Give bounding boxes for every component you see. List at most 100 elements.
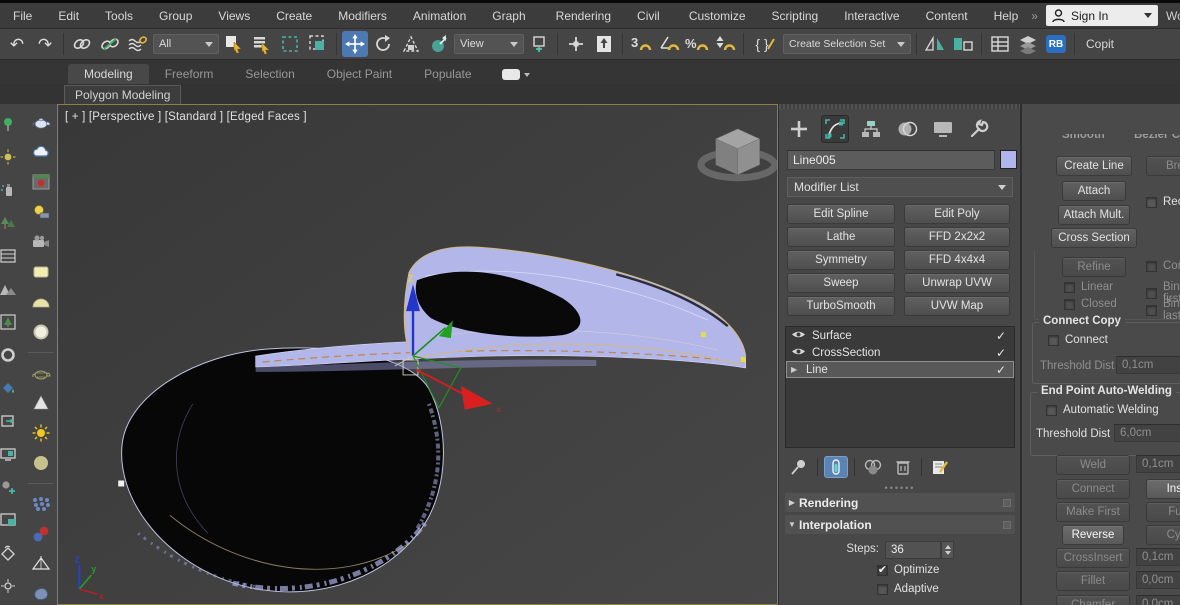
weld-value-field[interactable]: 0,1cm <box>1136 455 1180 473</box>
lathe-button[interactable]: Lathe <box>787 227 895 247</box>
enabled-check-icon[interactable]: ✓ <box>996 329 1006 343</box>
cloud-icon[interactable] <box>30 142 52 162</box>
dome-light-icon[interactable] <box>30 292 52 312</box>
render-frame-icon[interactable] <box>30 172 52 192</box>
window-crossing-toggle-icon[interactable] <box>305 31 331 57</box>
chamfer-button[interactable]: Chamfer <box>1056 595 1130 605</box>
menu-views[interactable]: Views <box>205 3 263 29</box>
cycle-button[interactable]: Cycle <box>1146 525 1180 545</box>
named-selection-sets-dropdown[interactable]: Create Selection Set <box>783 34 911 54</box>
cone-icon[interactable] <box>30 393 52 413</box>
tab-selection[interactable]: Selection <box>229 64 310 84</box>
torus-icon[interactable] <box>0 345 19 365</box>
configure-modifier-sets-icon[interactable] <box>928 456 952 478</box>
connect-button[interactable]: Connect <box>1056 479 1130 499</box>
pin-stack-icon[interactable] <box>787 456 811 478</box>
rock-icon[interactable] <box>30 584 52 604</box>
snap-toggle-3d-icon[interactable]: 3 <box>628 31 654 57</box>
fuse-button[interactable]: Fuse <box>1146 502 1180 522</box>
bind-to-space-warp-icon[interactable] <box>125 31 151 57</box>
percent-snap-toggle-icon[interactable]: % <box>684 31 710 57</box>
menu-file[interactable]: File <box>0 3 45 29</box>
teapot-icon[interactable] <box>30 112 52 132</box>
edit-spline-button[interactable]: Edit Spline <box>787 204 895 224</box>
area-light-icon[interactable] <box>30 262 52 282</box>
toggle-layer-explorer-icon[interactable] <box>1015 31 1041 57</box>
angle-snap-toggle-icon[interactable] <box>656 31 682 57</box>
lightbulb-keyboard-icon[interactable] <box>30 202 52 222</box>
menu-create[interactable]: Create <box>263 3 325 29</box>
select-and-place-icon[interactable] <box>426 31 452 57</box>
automatic-welding-checkbox[interactable] <box>1046 405 1057 416</box>
ffd-2x2x2-button[interactable]: FFD 2x2x2 <box>904 227 1010 247</box>
enabled-check-icon[interactable]: ✓ <box>996 363 1006 377</box>
smooth-option-clipped[interactable]: Smooth <box>1062 134 1117 143</box>
particle-array-icon[interactable] <box>30 494 52 514</box>
adaptive-checkbox[interactable] <box>877 584 888 595</box>
menu-modifiers[interactable]: Modifiers <box>325 3 400 29</box>
reorient-checkbox[interactable] <box>1146 197 1157 208</box>
toggle-scene-explorer-icon[interactable] <box>987 31 1013 57</box>
tab-utilities[interactable] <box>965 115 993 143</box>
undo-button[interactable]: ↶ <box>4 31 30 57</box>
tab-modeling[interactable]: Modeling <box>68 64 149 84</box>
panel-drag-handle[interactable] <box>779 104 1021 109</box>
visibility-eye-icon[interactable] <box>791 347 806 359</box>
menu-help[interactable]: Help <box>981 3 1032 29</box>
reference-coordinate-system-dropdown[interactable]: View <box>454 34 524 54</box>
insert-button[interactable]: Insert <box>1146 479 1180 499</box>
object-name-field[interactable]: Line005 <box>787 150 995 170</box>
weld-button[interactable]: Weld <box>1056 455 1130 475</box>
grid-list-icon[interactable] <box>0 246 19 266</box>
select-by-name-icon[interactable] <box>249 31 275 57</box>
expand-arrow-icon[interactable]: ▶ <box>791 365 800 374</box>
weld-threshold-field[interactable]: 6,0cm <box>1114 424 1180 442</box>
use-pivot-point-center-icon[interactable] <box>526 31 552 57</box>
redo-button[interactable]: ↷ <box>32 31 58 57</box>
spinner-down-icon[interactable] <box>945 551 951 555</box>
sign-in-dropdown[interactable]: Sign In <box>1046 5 1158 26</box>
select-and-scale-icon[interactable] <box>398 31 424 57</box>
plant-icon[interactable] <box>0 114 19 134</box>
steps-value-field[interactable]: 36 <box>885 541 941 559</box>
break-button[interactable]: Break <box>1146 156 1180 176</box>
sun-small-icon[interactable] <box>0 147 19 167</box>
ffd-4x4x4-button[interactable]: FFD 4x4x4 <box>904 250 1010 270</box>
menu-group[interactable]: Group <box>146 3 205 29</box>
make-first-button[interactable]: Make First <box>1056 502 1130 522</box>
bucket-pour-icon[interactable] <box>0 543 19 563</box>
viewport-split-icon[interactable] <box>0 510 19 530</box>
crossinsert-value-field[interactable]: 0,1cm <box>1136 548 1180 566</box>
tab-populate[interactable]: Populate <box>408 64 487 84</box>
rectangular-selection-region-icon[interactable] <box>277 31 303 57</box>
sphere-icon[interactable] <box>30 453 52 473</box>
connect-checkbox[interactable] <box>1146 261 1157 272</box>
tab-hierarchy[interactable] <box>857 115 885 143</box>
menu-edit[interactable]: Edit <box>45 3 92 29</box>
viewport-label[interactable]: [ + ] [Perspective ] [Standard ] [Edged … <box>65 111 307 123</box>
show-end-result-toggle[interactable] <box>824 456 848 478</box>
stack-row-surface[interactable]: Surface ✓ <box>786 327 1014 344</box>
tab-object-paint[interactable]: Object Paint <box>311 64 408 84</box>
select-and-manipulate-icon[interactable] <box>563 31 589 57</box>
edit-poly-button[interactable]: Edit Poly <box>904 204 1010 224</box>
menu-rendering[interactable]: Rendering <box>543 3 624 29</box>
tree-frame-icon[interactable] <box>0 312 19 332</box>
spline-vertex-selected[interactable] <box>741 357 746 362</box>
tab-create[interactable] <box>785 115 813 143</box>
create-line-button[interactable]: Create Line <box>1056 156 1132 176</box>
menu-interactive[interactable]: Interactive <box>831 3 912 29</box>
menu-scripting[interactable]: Scripting <box>759 3 832 29</box>
menu-overflow-chevron[interactable]: » <box>1031 9 1038 23</box>
connect-copy-checkbox[interactable] <box>1048 335 1059 346</box>
modifier-list-dropdown[interactable]: Modifier List <box>787 177 1013 197</box>
fillet-value-field[interactable]: 0,0cm <box>1136 571 1180 589</box>
menu-tools[interactable]: Tools <box>92 3 146 29</box>
attach-button[interactable]: Attach <box>1062 181 1126 201</box>
export-frame-icon[interactable] <box>0 411 19 431</box>
optimize-checkbox[interactable]: ✔ <box>877 565 888 576</box>
sphere-light-icon[interactable] <box>30 322 52 342</box>
molecule-icon[interactable] <box>30 524 52 544</box>
spline-vertex[interactable] <box>118 480 124 486</box>
reverse-button[interactable]: Reverse <box>1062 525 1124 545</box>
